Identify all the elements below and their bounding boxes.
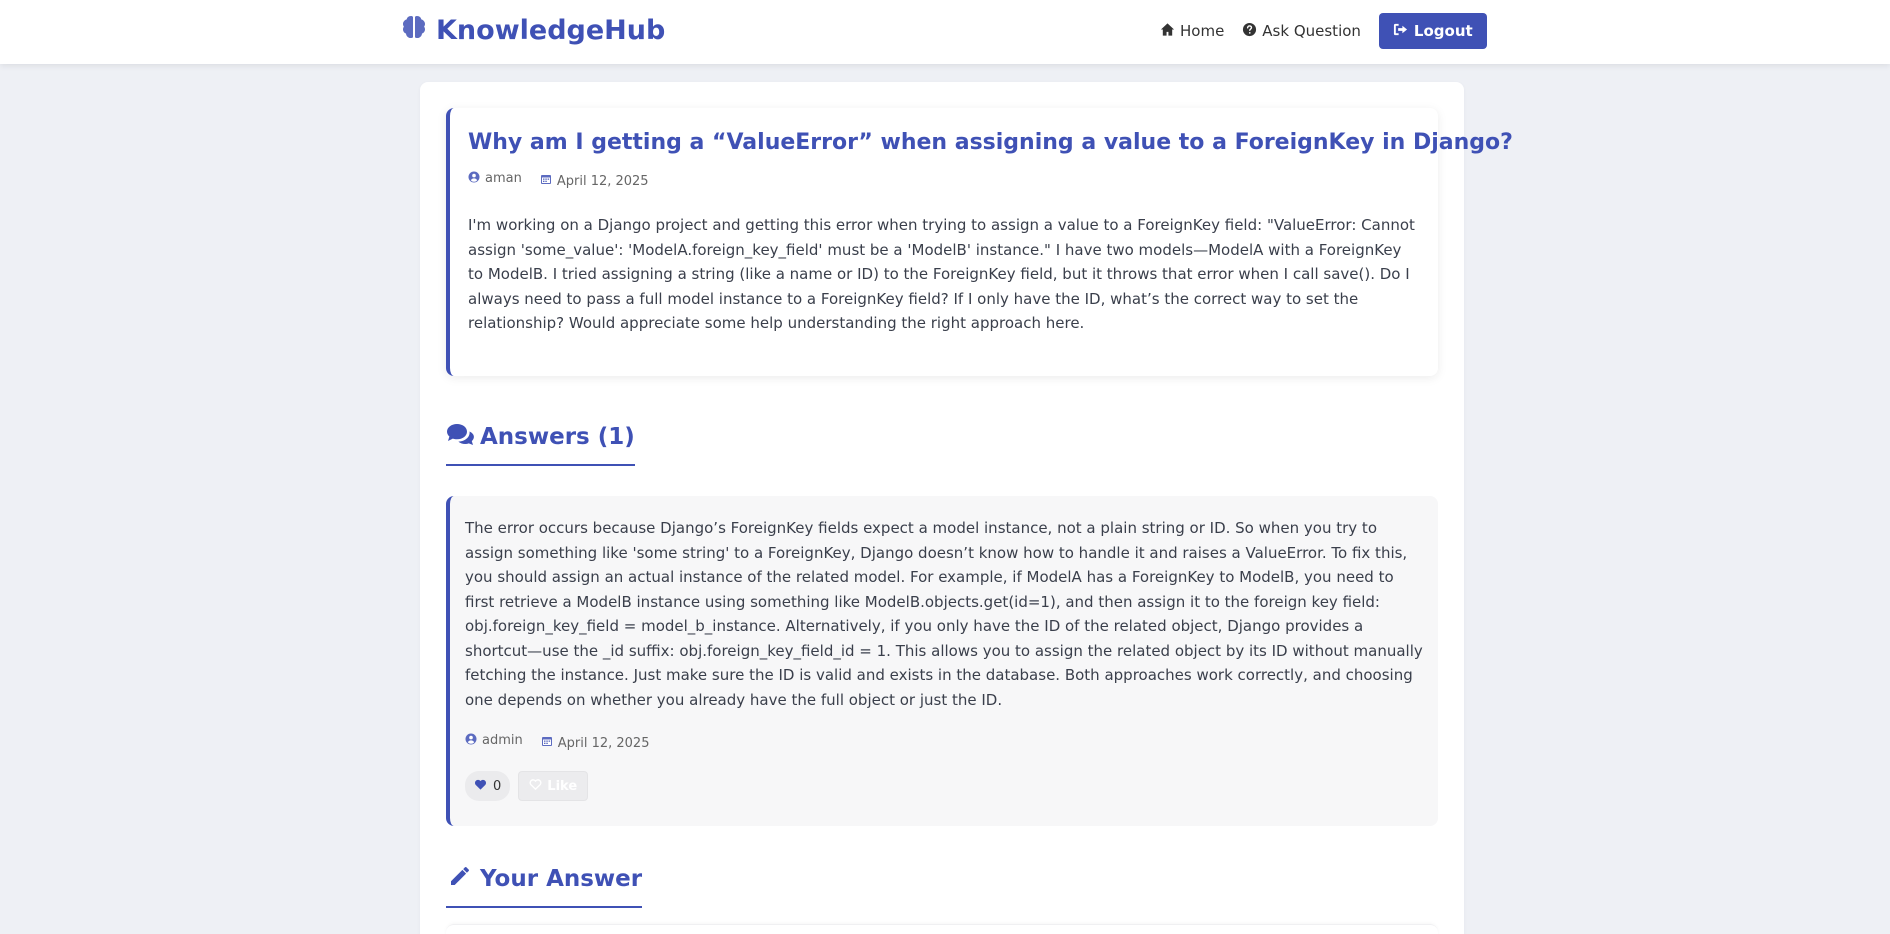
brand-name: KnowledgeHub [436,14,666,46]
navbar: KnowledgeHub Home Ask Question Logout [0,0,1890,64]
nav-links: Home Ask Question Logout [1160,13,1487,49]
question-author: aman [468,171,522,187]
question-circle-icon [1242,22,1257,41]
home-icon [1160,22,1175,41]
like-button-label: Like [547,778,578,794]
answer-date-text: April 12, 2025 [557,735,650,751]
logout-button[interactable]: Logout [1378,13,1487,49]
like-button[interactable]: Like [518,771,589,801]
like-row: 0 Like [465,771,1418,801]
brand-logo[interactable]: KnowledgeHub [400,12,665,48]
your-answer-heading: Your Answer [446,864,643,908]
question-date-text: April 12, 2025 [556,173,649,189]
answer-meta: admin April 12, 2025 [465,730,1418,751]
calendar-icon [541,735,553,751]
answer-author: admin [465,733,523,749]
answer-card: The error occurs because Django’s Foreig… [446,496,1438,826]
comments-icon [446,422,474,452]
brain-icon [400,13,428,48]
answer-form [446,924,1438,934]
question-author-name: aman [485,171,522,186]
sign-out-icon [1393,22,1408,41]
heart-icon [474,778,487,795]
question-title: Why am I getting a “ValueError” when ass… [468,130,1513,155]
answers-heading: Answers (1) [446,422,635,466]
like-count-badge: 0 [465,771,511,801]
answer-author-name: admin [482,733,523,748]
calendar-icon [540,173,552,189]
nav-home-label: Home [1180,22,1225,40]
question-body: I'm working on a Django project and gett… [468,216,1415,332]
pencil-icon [446,864,474,894]
answer-body: The error occurs because Django’s Foreig… [465,519,1423,709]
question-meta: aman April 12, 2025 [468,168,1418,189]
user-circle-icon [468,171,480,187]
nav-ask-label: Ask Question [1262,22,1361,40]
nav-ask-question-link[interactable]: Ask Question [1242,22,1361,41]
like-count: 0 [493,778,502,794]
question-date: April 12, 2025 [540,173,649,189]
answer-date: April 12, 2025 [541,735,650,751]
logout-label: Logout [1413,22,1473,40]
main-container: Why am I getting a “ValueError” when ass… [420,82,1513,934]
nav-home-link[interactable]: Home [1160,22,1224,41]
your-answer-heading-label: Your Answer [480,866,643,892]
user-circle-icon [465,733,477,749]
question-card: Why am I getting a “ValueError” when ass… [446,108,1513,376]
heart-outline-icon [529,778,542,795]
answers-heading-label: Answers (1) [480,424,635,450]
